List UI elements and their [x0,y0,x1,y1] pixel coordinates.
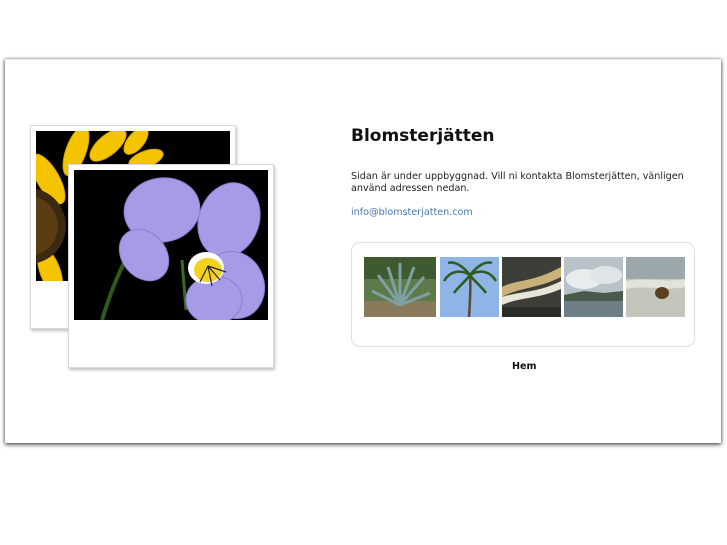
palm-thumbnail[interactable] [440,257,499,317]
nav-home-link[interactable]: Hem [512,361,537,372]
page-title: Blomsterjätten [351,126,495,146]
violet-photo [74,170,268,320]
coast-thumbnail[interactable] [564,257,623,317]
polaroid-violet [68,164,274,368]
content-card: Blomsterjätten Sidan är under uppbyggnad… [5,59,721,443]
intro-text: Sidan är under uppbyggnad. Vill ni konta… [351,171,684,194]
email-link[interactable]: info@blomsterjatten.com [351,207,473,218]
photo-gallery [351,242,695,347]
coconut-beach-thumbnail[interactable] [626,257,685,317]
agave-thumbnail[interactable] [364,257,436,317]
wave-thumbnail[interactable] [502,257,561,317]
